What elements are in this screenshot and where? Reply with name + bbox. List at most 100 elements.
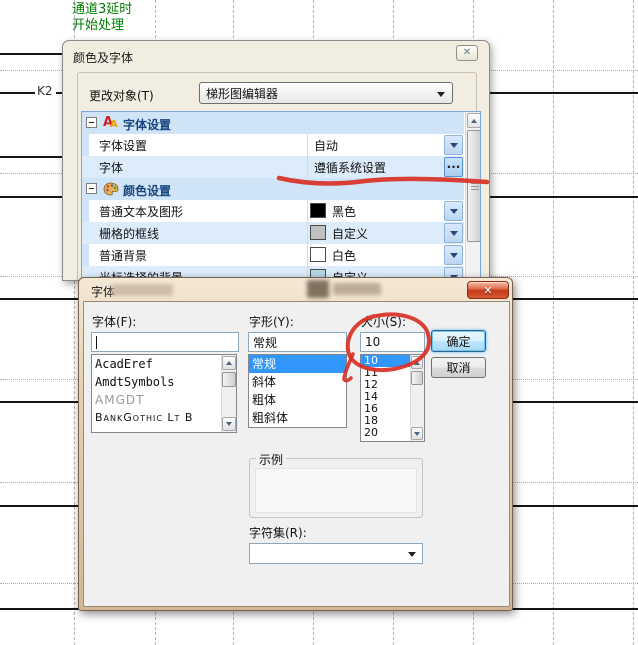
grid-vline <box>553 0 554 645</box>
scroll-up-button[interactable] <box>411 356 423 369</box>
column-divider <box>307 200 308 222</box>
property-name: 栅格的框线 <box>99 225 159 242</box>
color-swatch <box>310 247 326 262</box>
property-row[interactable]: 普通文本及图形 黑色 <box>82 200 464 222</box>
color-swatch <box>310 225 326 240</box>
property-row[interactable]: 字体设置 自动 <box>82 134 464 156</box>
comment-line: 开始处理 <box>72 18 124 33</box>
grid-vline <box>633 0 634 645</box>
contact-label: K2 <box>35 84 55 98</box>
chevron-down-icon <box>450 231 458 236</box>
property-name: 字体 <box>99 159 123 176</box>
property-grid: AA 字体设置 字体设置 自动 字体 遵循系统设置 ... 颜色设置 普通文本及… <box>81 111 481 281</box>
list-item[interactable]: 粗斜体 <box>249 409 346 427</box>
scrollbar-thumb[interactable] <box>222 372 236 387</box>
dropdown-button[interactable] <box>444 245 463 265</box>
font-dialog: 字体 ✕ 字体(F): 字形(Y): 大小(S): AcadEref AmdtS… <box>78 277 513 611</box>
close-icon: ✕ <box>483 284 492 297</box>
list-item[interactable]: AmdtSymbols <box>92 373 236 391</box>
group-row-color-settings[interactable]: 颜色设置 <box>82 178 464 200</box>
list-item[interactable]: 粗体 <box>249 391 346 409</box>
font-name-input[interactable] <box>91 332 239 352</box>
dropdown-button[interactable] <box>444 201 463 221</box>
property-name: 字体设置 <box>99 137 147 154</box>
ok-button[interactable]: 确定 <box>431 330 486 352</box>
dialog-title: 颜色及字体 <box>73 49 133 66</box>
collapse-icon[interactable] <box>86 183 97 194</box>
property-value: 自定义 <box>332 225 368 242</box>
group-row-font-settings[interactable]: AA 字体设置 <box>82 112 464 134</box>
scroll-up-button[interactable] <box>467 113 481 128</box>
size-label: 大小(S): <box>361 313 406 330</box>
property-value: 自动 <box>314 137 338 154</box>
scroll-up-button[interactable] <box>222 356 236 370</box>
font-size-list[interactable]: 10 11 12 14 16 18 20 <box>360 354 425 442</box>
ladder-rung <box>0 156 62 158</box>
property-row[interactable]: 普通背景 白色 <box>82 244 464 266</box>
font-list-scrollbar[interactable] <box>221 355 236 432</box>
font-style-value: 常规 <box>253 334 277 351</box>
column-divider <box>307 222 308 244</box>
arrow-up-icon <box>414 361 420 365</box>
redacted-blur <box>333 283 381 295</box>
scrollbar-thumb[interactable] <box>467 130 481 242</box>
style-label: 字形(Y): <box>249 313 294 330</box>
arrow-down-icon <box>414 432 420 436</box>
list-item[interactable]: 斜体 <box>249 373 346 391</box>
scroll-down-button[interactable] <box>222 417 236 431</box>
charset-label: 字符集(R): <box>249 524 307 541</box>
sample-label: 示例 <box>256 451 286 468</box>
list-item[interactable]: BankGothic Lt B <box>92 409 236 427</box>
sample-groupbox: 示例 <box>249 458 423 518</box>
ellipsis-button[interactable]: ... <box>444 157 463 177</box>
scroll-down-button[interactable] <box>411 427 423 440</box>
cancel-button-label: 取消 <box>446 359 470 376</box>
property-value: 白色 <box>332 247 356 264</box>
font-label: 字体(F): <box>92 313 136 330</box>
ladder-rung <box>0 53 62 55</box>
dropdown-button[interactable] <box>444 135 463 155</box>
chevron-down-icon <box>408 552 416 557</box>
column-divider <box>307 156 308 178</box>
close-button[interactable]: ✕ <box>456 45 478 61</box>
list-item[interactable]: AMGDT <box>92 391 236 409</box>
list-item[interactable]: AcadEref <box>92 355 236 373</box>
rung-comment: 通道3延时开始处理 <box>72 2 132 34</box>
chevron-down-icon <box>450 209 458 214</box>
text-caret <box>96 336 97 349</box>
property-value: 黑色 <box>332 203 356 220</box>
collapse-icon[interactable] <box>86 117 97 128</box>
font-size-input[interactable]: 10 <box>360 332 425 352</box>
size-list-scrollbar[interactable] <box>410 355 424 441</box>
change-target-value: 梯形图编辑器 <box>206 85 278 102</box>
dialog-body: 字体(F): 字形(Y): 大小(S): AcadEref AmdtSymbol… <box>83 301 510 607</box>
column-divider <box>307 244 308 266</box>
chevron-down-icon <box>450 253 458 258</box>
font-list[interactable]: AcadEref AmdtSymbols AMGDT BankGothic Lt… <box>91 354 237 433</box>
change-target-combobox[interactable]: 梯形图编辑器 <box>199 82 453 104</box>
property-row[interactable]: 栅格的框线 自定义 <box>82 222 464 244</box>
scrollbar-thumb[interactable] <box>411 371 423 385</box>
close-button[interactable]: ✕ <box>467 281 509 299</box>
list-item-selected[interactable]: 常规 <box>249 355 346 373</box>
group-label: 颜色设置 <box>123 182 171 199</box>
comment-line: 通道3延时 <box>72 2 132 17</box>
redacted-blur <box>111 284 173 296</box>
arrow-up-icon <box>471 119 477 123</box>
grid-scrollbar[interactable] <box>465 112 481 281</box>
dropdown-button[interactable] <box>444 223 463 243</box>
font-style-input[interactable]: 常规 <box>248 332 347 352</box>
chevron-down-icon <box>450 143 458 148</box>
font-size-value: 10 <box>365 335 380 349</box>
sample-preview <box>255 468 417 513</box>
column-divider <box>307 134 308 156</box>
font-style-list[interactable]: 常规 斜体 粗体 粗斜体 <box>248 354 347 428</box>
property-value: 遵循系统设置 <box>314 159 386 176</box>
property-name: 普通背景 <box>99 247 147 264</box>
property-row[interactable]: 字体 遵循系统设置 ... <box>82 156 464 178</box>
ok-button-label: 确定 <box>446 333 470 350</box>
arrow-down-icon <box>226 422 232 426</box>
charset-combobox[interactable] <box>249 543 423 564</box>
cancel-button[interactable]: 取消 <box>431 357 486 378</box>
colors-fonts-dialog: 颜色及字体 ✕ 更改对象(T) 梯形图编辑器 AA 字体设置 字体设置 自动 字… <box>62 40 490 281</box>
